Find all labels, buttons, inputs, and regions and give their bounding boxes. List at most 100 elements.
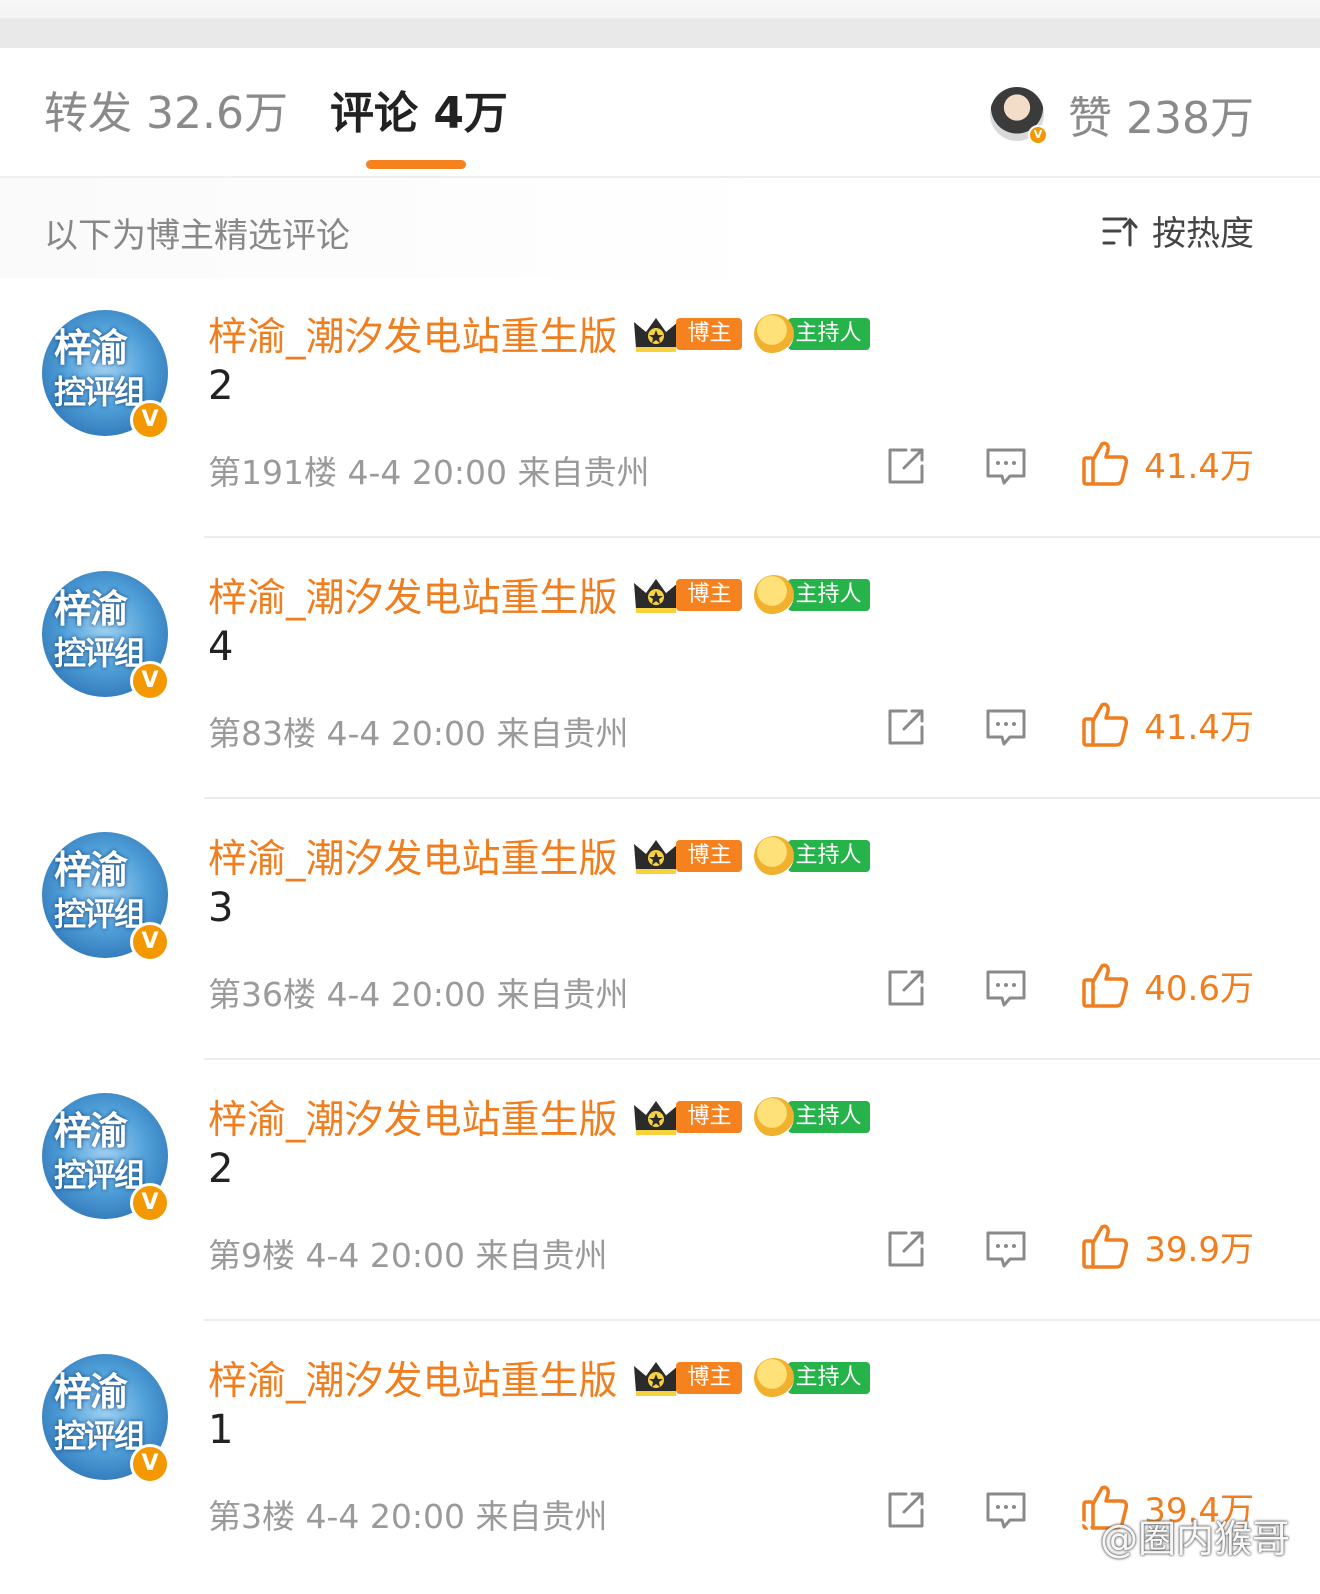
host-badge: 主持人 [753,836,870,876]
reply-icon[interactable] [984,1227,1028,1271]
avatar-text-line1: 梓渝 [54,1109,128,1153]
verified-icon: V [1028,125,1049,145]
weibo-logo-icon [1051,1520,1092,1553]
liker-avatar: V [990,87,1049,145]
name-row: 梓渝_潮汐发电站重生版 博主 主持人 [208,830,870,882]
like-button[interactable]: 41.4万 [1080,438,1254,488]
username[interactable]: 梓渝_潮汐发电站重生版 [208,567,618,623]
comment-meta: 第9楼 4-4 20:00 来自贵州 [208,1236,608,1275]
reply-icon[interactable] [984,705,1028,749]
reply-icon[interactable] [984,1488,1028,1532]
avatar-text-line1: 梓渝 [54,587,128,631]
share-icon[interactable] [884,1227,928,1271]
tab-bar: 转发 32.6万 评论 4万 V 赞 238万 [0,48,1320,178]
host-icon [753,1097,794,1137]
blogger-badge: 博主 [675,579,742,611]
blogger-badge: 博主 [675,1101,742,1133]
comment-item: 梓渝 控评组 V 梓渝_潮汐发电站重生版 博主 主持人 2 第191楼 4-4 … [0,278,1320,540]
host-badge-label: 主持人 [787,1101,870,1133]
blogger-badge: 博主 [675,1362,742,1394]
avatar-text-line1: 梓渝 [54,848,128,892]
host-icon [753,314,794,354]
watermark: @圈内猴哥 [1050,1508,1290,1563]
share-icon[interactable] [884,966,928,1010]
comment-meta: 第36楼 4-4 20:00 来自贵州 [208,975,629,1014]
sort-label: 按热度 [1152,214,1254,254]
crown-icon [633,579,678,613]
like-count: 41.4万 [1144,707,1254,748]
like-button[interactable]: 40.6万 [1080,960,1254,1010]
comment-text: 2 [208,1146,234,1192]
verified-icon: V [130,922,170,962]
comment-item: 梓渝 控评组 V 梓渝_潮汐发电站重生版 博主 主持人 4 第83楼 4-4 2… [0,539,1320,801]
host-badge-label: 主持人 [787,1362,870,1394]
comment-subheader: 以下为博主精选评论 按热度 [0,178,1320,278]
like-button[interactable]: 39.9万 [1080,1221,1254,1271]
tab-like[interactable]: V 赞 238万 [990,86,1254,145]
name-row: 梓渝_潮汐发电站重生版 博主 主持人 [208,569,870,621]
share-icon[interactable] [884,1488,928,1532]
crown-icon [633,1362,678,1396]
like-count: 40.6万 [1144,968,1254,1009]
comment-meta: 第3楼 4-4 20:00 来自贵州 [208,1497,608,1536]
host-badge: 主持人 [753,1358,870,1398]
host-badge-label: 主持人 [787,318,870,350]
comment-text: 2 [208,363,234,409]
name-row: 梓渝_潮汐发电站重生版 博主 主持人 [208,1091,870,1143]
host-icon [753,836,794,876]
verified-icon: V [130,661,170,701]
sort-button[interactable]: 按热度 [1100,206,1254,255]
name-row: 梓渝_潮汐发电站重生版 博主 主持人 [208,1352,870,1404]
like-count: 39.9万 [1144,1229,1254,1270]
crown-icon [633,318,678,352]
comment-divider [204,536,1320,538]
tab-comment[interactable]: 评论 4万 [330,86,508,142]
thumbs-up-icon [1082,1224,1129,1269]
sort-icon [1102,217,1138,246]
verified-icon: V [130,1444,170,1484]
comment-divider [204,1058,1320,1060]
host-badge: 主持人 [753,1097,870,1137]
comment-item: 梓渝 控评组 V 梓渝_潮汐发电站重生版 博主 主持人 3 第36楼 4-4 2… [0,800,1320,1062]
host-icon [753,1358,794,1398]
active-tab-indicator [366,160,466,169]
watermark-text: @圈内猴哥 [1099,1517,1290,1561]
avatar-text-line1: 梓渝 [54,326,128,370]
comment-text: 4 [208,624,234,670]
tab-like-label: 赞 238万 [1068,93,1254,144]
comment-divider [204,1319,1320,1321]
comment-meta: 第83楼 4-4 20:00 来自贵州 [208,714,629,753]
share-icon[interactable] [884,444,928,488]
host-badge-label: 主持人 [787,579,870,611]
username[interactable]: 梓渝_潮汐发电站重生版 [208,1089,618,1145]
host-icon [753,575,794,615]
comment-divider [204,797,1320,799]
username[interactable]: 梓渝_潮汐发电站重生版 [208,1350,618,1406]
comment-text: 3 [208,885,234,931]
host-badge-label: 主持人 [787,840,870,872]
reply-icon[interactable] [984,444,1028,488]
like-count: 41.4万 [1144,446,1254,487]
verified-icon: V [130,1183,170,1223]
crown-icon [633,840,678,874]
blogger-badge: 博主 [675,840,742,872]
like-button[interactable]: 41.4万 [1080,699,1254,749]
thumbs-up-icon [1082,441,1129,486]
comment-text: 1 [208,1407,234,1453]
name-row: 梓渝_潮汐发电站重生版 博主 主持人 [208,308,870,360]
username[interactable]: 梓渝_潮汐发电站重生版 [208,828,618,884]
username[interactable]: 梓渝_潮汐发电站重生版 [208,306,618,362]
verified-icon: V [130,400,170,440]
thumbs-up-icon [1082,963,1129,1008]
thumbs-up-icon [1082,702,1129,747]
curated-comments-note: 以下为博主精选评论 [44,216,350,256]
reply-icon[interactable] [984,966,1028,1010]
share-icon[interactable] [884,705,928,749]
top-strip [0,0,1320,48]
host-badge: 主持人 [753,575,870,615]
blogger-badge: 博主 [675,318,742,350]
host-badge: 主持人 [753,314,870,354]
comment-meta: 第191楼 4-4 20:00 来自贵州 [208,453,650,492]
comment-item: 梓渝 控评组 V 梓渝_潮汐发电站重生版 博主 主持人 2 第9楼 4-4 20… [0,1061,1320,1323]
tab-repost[interactable]: 转发 32.6万 [44,86,288,142]
